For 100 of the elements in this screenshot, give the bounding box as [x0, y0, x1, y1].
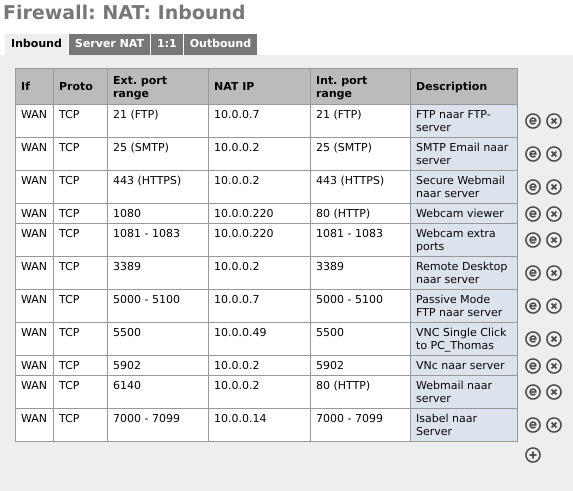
table-cell: 3389	[113, 260, 141, 273]
table-cell: WAN	[21, 141, 48, 154]
column-header: Proto	[59, 80, 93, 93]
table-cell: TCP	[59, 207, 80, 220]
column-header: NAT IP	[214, 80, 254, 93]
table-cell: TCP	[59, 359, 80, 372]
table-cell: 21 (FTP)	[316, 108, 362, 121]
edit-icon[interactable]	[525, 384, 541, 400]
table-cell: Secure Webmail naar server	[416, 174, 505, 200]
delete-icon[interactable]	[546, 358, 562, 374]
table-cell: 10.0.0.2	[214, 141, 260, 154]
table-cell: TCP	[59, 326, 80, 339]
table-cell: TCP	[59, 412, 80, 425]
column-header: Int. port range	[316, 74, 368, 100]
table-cell: Isabel naar Server	[416, 412, 477, 438]
table-cell: 21 (FTP)	[113, 108, 159, 121]
edit-icon[interactable]	[525, 113, 541, 129]
table-cell: 10.0.0.220	[214, 207, 274, 220]
table-cell: TCP	[59, 260, 80, 273]
tab[interactable]: Server NAT	[68, 34, 150, 55]
table-cell: 1081 - 1083	[316, 227, 383, 240]
table-cell: Passive Mode FTP naar server	[416, 293, 502, 319]
table-cell: 7000 - 7099	[316, 412, 383, 425]
table-cell: 10.0.0.7	[214, 108, 260, 121]
table-cell: TCP	[59, 141, 80, 154]
delete-icon[interactable]	[546, 331, 562, 347]
table-cell: 3389	[316, 260, 344, 273]
delete-icon[interactable]	[546, 113, 562, 129]
delete-icon[interactable]	[546, 384, 562, 400]
table-cell: Webmail naar server	[416, 379, 492, 405]
table-cell: 7000 - 7099	[113, 412, 180, 425]
table-cell: WAN	[21, 293, 48, 306]
table-cell: 10.0.0.14	[214, 412, 266, 425]
table-cell: 443 (HTTPS)	[113, 174, 182, 187]
table-cell: Webcam extra ports	[416, 227, 496, 253]
table-cell: 80 (HTTP)	[316, 379, 370, 392]
edit-icon[interactable]	[525, 206, 541, 222]
table-cell: 443 (HTTPS)	[316, 174, 384, 187]
table-cell: 5000 - 5100	[316, 293, 383, 306]
table-cell: 25 (SMTP)	[113, 141, 169, 154]
table-cell: 10.0.0.220	[214, 227, 274, 240]
table-cell: 1080	[113, 207, 141, 220]
table-cell: SMTP Email naar server	[416, 141, 508, 167]
delete-icon[interactable]	[546, 146, 562, 162]
edit-icon[interactable]	[525, 179, 541, 195]
table-cell: TCP	[59, 379, 80, 392]
table-cell: 5500	[113, 326, 141, 339]
edit-icon[interactable]	[525, 358, 541, 374]
table-cell: 5500	[316, 326, 344, 339]
edit-icon[interactable]	[525, 417, 541, 433]
table-cell: Webcam viewer	[416, 207, 504, 220]
table-cell: 6140	[113, 379, 141, 392]
delete-icon[interactable]	[546, 232, 562, 248]
table-cell: WAN	[21, 359, 48, 372]
table-cell: 5902	[113, 359, 141, 372]
table-cell: FTP naar FTP-server	[416, 108, 491, 134]
delete-icon[interactable]	[546, 265, 562, 281]
table-cell: 10.0.0.2	[214, 260, 260, 273]
column-header: If	[21, 80, 30, 93]
table-cell: 10.0.0.2	[214, 359, 260, 372]
table-cell: TCP	[59, 227, 80, 240]
table-cell: VNc naar server	[416, 359, 505, 372]
table-cell: WAN	[21, 412, 48, 425]
table-cell: 5000 - 5100	[113, 293, 180, 306]
table-cell: Remote Desktop naar server	[416, 260, 508, 286]
add-icon[interactable]	[524, 446, 540, 462]
edit-icon[interactable]	[525, 298, 541, 314]
delete-icon[interactable]	[546, 417, 562, 433]
table-cell: WAN	[21, 207, 48, 220]
table-cell: 10.0.0.2	[214, 174, 260, 187]
table-cell: 80 (HTTP)	[316, 207, 370, 220]
tab[interactable]: Inbound	[5, 34, 68, 55]
table-cell: WAN	[21, 108, 48, 121]
edit-icon[interactable]	[525, 265, 541, 281]
delete-icon[interactable]	[546, 298, 562, 314]
tab[interactable]: Outbound	[184, 34, 258, 55]
table-cell: TCP	[59, 174, 80, 187]
table-cell: 5902	[316, 359, 344, 372]
table-cell: WAN	[21, 260, 48, 273]
table-cell: WAN	[21, 227, 48, 240]
table-cell: 10.0.0.49	[214, 326, 266, 339]
table-cell: 10.0.0.2	[214, 379, 260, 392]
table-cell: 10.0.0.7	[214, 293, 260, 306]
table-cell: TCP	[59, 293, 80, 306]
table-cell: WAN	[21, 326, 48, 339]
delete-icon[interactable]	[546, 206, 562, 222]
table-cell: WAN	[21, 379, 48, 392]
edit-icon[interactable]	[525, 232, 541, 248]
column-header: Ext. port range	[113, 74, 168, 100]
edit-icon[interactable]	[525, 146, 541, 162]
column-header: Description	[416, 80, 486, 93]
page-title: Firewall: NAT: Inbound	[2, 1, 247, 26]
delete-icon[interactable]	[546, 179, 562, 195]
tab[interactable]: 1:1	[150, 34, 183, 55]
table-cell: VNC Single Click to PC_Thomas	[416, 326, 506, 352]
table-cell: WAN	[21, 174, 48, 187]
edit-icon[interactable]	[525, 331, 541, 347]
table-cell: 25 (SMTP)	[316, 141, 372, 154]
table-cell: TCP	[59, 108, 80, 121]
table-cell: 1081 - 1083	[113, 227, 180, 240]
